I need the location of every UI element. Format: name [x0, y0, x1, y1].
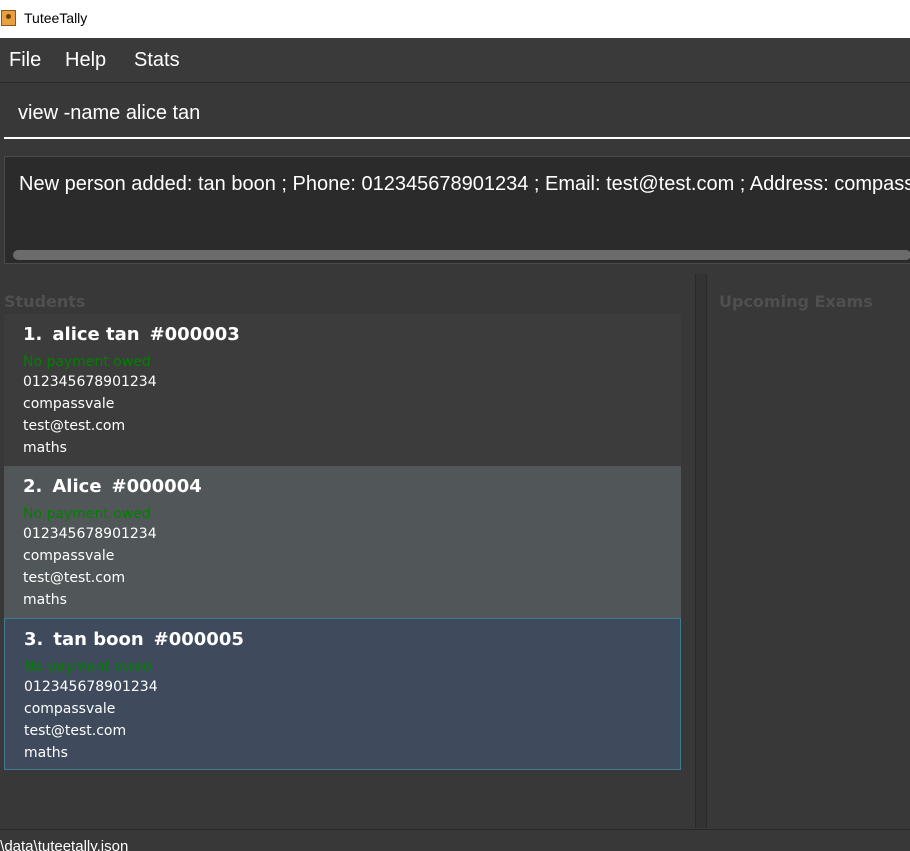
students-panel-title: Students	[4, 292, 86, 311]
student-email: test@test.com	[23, 418, 126, 434]
student-id: #000003	[149, 324, 240, 345]
student-id: #000005	[153, 629, 244, 650]
save-location: .\data\tuteetally.json	[0, 838, 129, 851]
result-box: New person added: tan boon ; Phone: 0123…	[4, 156, 910, 264]
student-email: test@test.com	[23, 570, 126, 586]
student-phone: 012345678901234	[24, 679, 158, 695]
scrollbar-thumb[interactable]	[13, 250, 910, 260]
menu-file[interactable]: File	[9, 49, 41, 72]
student-id: #000004	[111, 476, 202, 497]
exams-panel: Upcoming Exams	[706, 274, 910, 828]
student-index: 3.	[24, 629, 44, 650]
student-name: Alice	[52, 476, 102, 497]
command-input[interactable]	[4, 89, 910, 139]
payment-status: No payment owed	[24, 659, 152, 675]
menu-bar: File Help Stats	[0, 38, 910, 83]
student-index: 2.	[23, 476, 43, 497]
status-bar: .\data\tuteetally.json	[0, 829, 910, 851]
student-card-selected[interactable]: 3. tan boon #000005 No payment owed 012345…	[4, 618, 681, 770]
student-card-header: 2. Alice #000004	[23, 476, 202, 497]
student-subject: maths	[24, 745, 68, 761]
window-title: TuteeTally	[24, 10, 88, 26]
student-card[interactable]: 2. Alice #000004 No payment owed 012345678…	[4, 466, 681, 618]
panel-splitter[interactable]	[696, 274, 706, 828]
student-phone: 012345678901234	[23, 526, 157, 542]
title-bar: TuteeTally	[0, 0, 910, 38]
student-email: test@test.com	[24, 723, 127, 739]
students-panel: Students 1. alice tan #000003 No payment o…	[0, 274, 696, 828]
student-index: 1.	[23, 324, 43, 345]
app-icon	[1, 10, 16, 26]
student-subject: maths	[23, 592, 67, 608]
student-list[interactable]: 1. alice tan #000003 No payment owed 01234…	[4, 314, 681, 770]
menu-help[interactable]: Help	[65, 49, 106, 72]
student-card-header: 1. alice tan #000003	[23, 324, 240, 345]
student-card-header: 3. tan boon #000005	[24, 629, 244, 650]
command-box	[0, 83, 910, 149]
menu-stats[interactable]: Stats	[134, 49, 180, 72]
student-phone: 012345678901234	[23, 374, 157, 390]
student-name: tan boon	[53, 629, 144, 650]
student-address: compassvale	[23, 548, 115, 564]
result-text: New person added: tan boon ; Phone: 0123…	[19, 173, 910, 195]
exams-panel-title: Upcoming Exams	[719, 292, 873, 311]
student-address: compassvale	[23, 396, 115, 412]
student-name: alice tan	[52, 324, 140, 345]
payment-status: No payment owed	[23, 506, 151, 522]
payment-status: No payment owed	[23, 354, 151, 370]
result-horizontal-scrollbar[interactable]	[9, 249, 910, 261]
student-card[interactable]: 1. alice tan #000003 No payment owed 01234…	[4, 314, 681, 466]
result-display: New person added: tan boon ; Phone: 0123…	[0, 150, 910, 270]
student-address: compassvale	[24, 701, 116, 717]
student-subject: maths	[23, 440, 67, 456]
